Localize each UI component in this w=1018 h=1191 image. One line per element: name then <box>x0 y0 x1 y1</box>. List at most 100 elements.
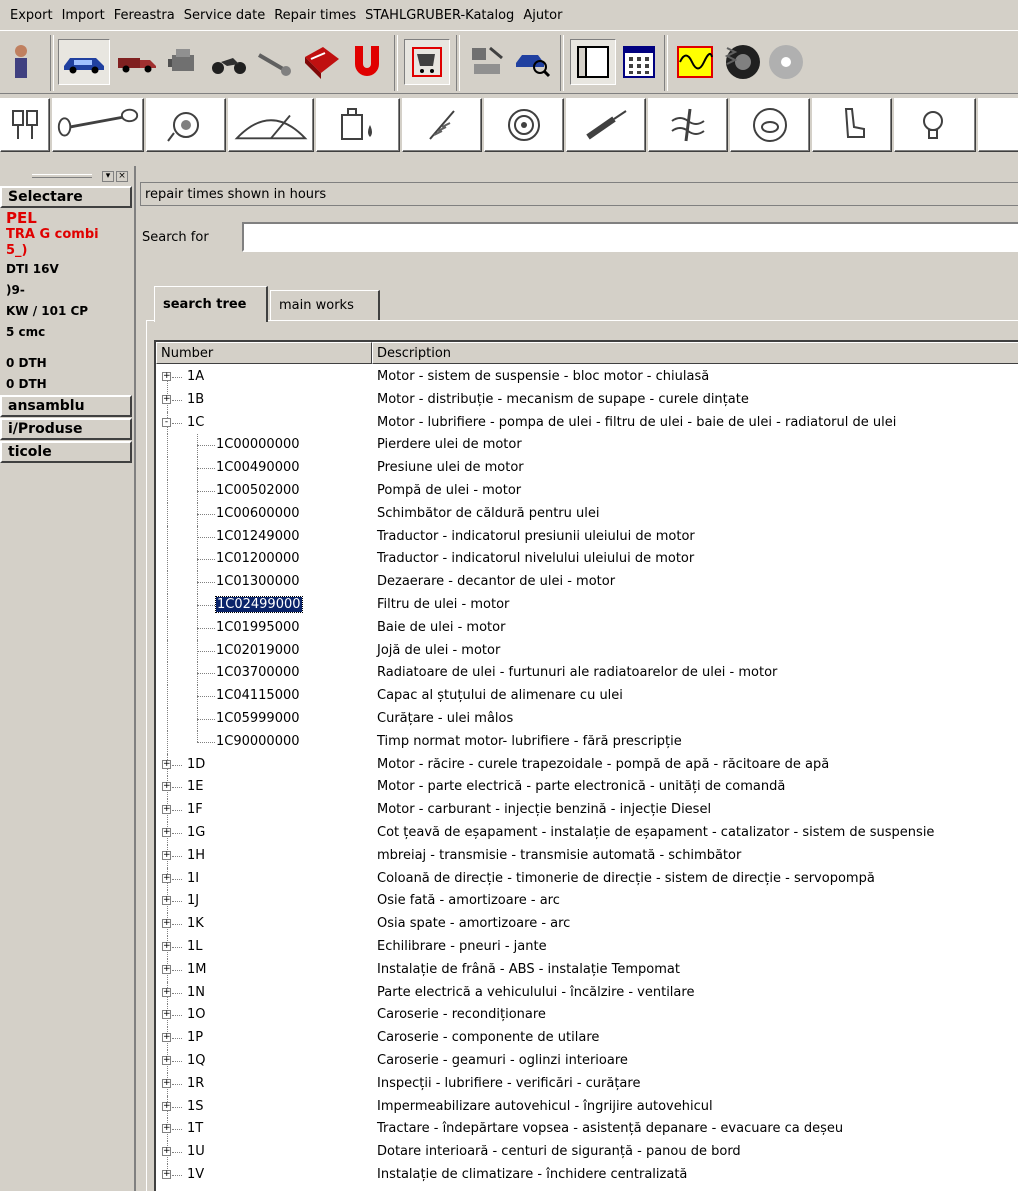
expand-icon[interactable]: + <box>162 805 171 815</box>
tab-main-works[interactable]: main works <box>270 290 380 320</box>
tree-group-row[interactable]: +1R Inspecții - lubrifiere - verificări -… <box>156 1072 1018 1096</box>
expand-icon[interactable]: + <box>162 1033 171 1043</box>
row-number[interactable]: 1C05999000 <box>216 711 300 726</box>
expand-icon[interactable]: + <box>162 896 171 906</box>
row-number[interactable]: 1C00600000 <box>216 506 300 521</box>
motorcycle-icon[interactable] <box>206 39 252 85</box>
expand-icon[interactable]: + <box>162 782 171 792</box>
steering-wheel-icon[interactable] <box>730 98 810 152</box>
car-search-icon[interactable] <box>510 39 556 85</box>
tree-item-row[interactable]: 1C03700000 Radiatoare de ulei - furtunuri… <box>156 662 1018 686</box>
spring-icon[interactable] <box>402 98 482 152</box>
light-bulb-icon[interactable] <box>894 98 976 152</box>
brake-disc-icon[interactable] <box>484 98 564 152</box>
row-number[interactable]: 1D <box>187 757 205 772</box>
row-number[interactable]: 1A <box>187 369 204 384</box>
expand-icon[interactable]: + <box>162 1124 171 1134</box>
tree-item-row[interactable]: 1C00490000 Presiune ulei de motor <box>156 457 1018 480</box>
row-number[interactable]: 1B <box>187 392 204 407</box>
tree-group-row[interactable]: +1V Instalație de climatizare - închidere… <box>156 1163 1018 1187</box>
tree-group-row[interactable]: +1S Impermeabilizare autovehicul - îngrij… <box>156 1095 1018 1119</box>
tree-item-row[interactable]: 1C01995000 Baie de ulei - motor <box>156 616 1018 640</box>
tree-group-row[interactable]: +1N Parte electrică a vehiculului - încăl… <box>156 981 1018 1005</box>
wrench-icon[interactable] <box>252 39 298 85</box>
column-number[interactable]: Number <box>156 342 372 364</box>
expand-icon[interactable]: + <box>162 827 171 837</box>
tab-search-tree[interactable]: search tree <box>154 286 268 322</box>
tree-item-row[interactable]: 1C00000000 Pierdere ulei de motor <box>156 434 1018 458</box>
expand-icon[interactable]: + <box>162 964 171 974</box>
row-number[interactable]: 1C01249000 <box>216 529 300 544</box>
tree-group-row[interactable]: +1H mbreiaj - transmisie - transmisie aut… <box>156 844 1018 868</box>
tree-item-row[interactable]: 1C02499000 Filtru de ulei - motor <box>156 593 1018 617</box>
thermometer-icon[interactable] <box>648 98 728 152</box>
expand-icon[interactable]: + <box>162 941 171 951</box>
tree-item-row[interactable]: 1C00600000 Schimbător de căldură pentru u… <box>156 502 1018 526</box>
tree-group-row[interactable]: +1B Motor - distribuție - mecanism de sup… <box>156 388 1018 412</box>
tree-group-row[interactable]: +1P Caroserie - componente de utilare <box>156 1027 1018 1050</box>
tree-item-row[interactable]: 1C04115000 Capac al ștuțului de alimenare… <box>156 685 1018 708</box>
row-number[interactable]: 1K <box>187 916 204 931</box>
row-number[interactable]: 1C01995000 <box>216 620 300 635</box>
tree-item-row[interactable]: 1C90000000 Timp normat motor- lubrifiere … <box>156 730 1018 754</box>
calculator-icon[interactable] <box>616 39 662 85</box>
tree-group-row[interactable]: +1A Motor - sistem de suspensie - bloc mo… <box>156 366 1018 400</box>
magnet-icon[interactable] <box>344 39 390 85</box>
window-layout-icon[interactable] <box>570 39 616 85</box>
select-button[interactable]: Selectare <box>0 186 132 208</box>
expand-icon[interactable]: + <box>162 919 171 929</box>
expand-icon[interactable]: + <box>162 1169 171 1179</box>
menu-service-date[interactable]: Service date <box>184 8 266 23</box>
expand-icon[interactable]: + <box>162 850 171 860</box>
grip-icon[interactable] <box>32 174 92 178</box>
row-number[interactable]: 1M <box>187 962 207 977</box>
row-number[interactable]: 1G <box>187 825 205 840</box>
row-number[interactable]: 1C03700000 <box>216 665 300 680</box>
row-number[interactable]: 1C00490000 <box>216 460 300 475</box>
row-number[interactable]: 1F <box>187 802 203 817</box>
tree-group-row[interactable]: +1M Instalație de frână - ABS - instalați… <box>156 958 1018 982</box>
menu-export[interactable]: Export <box>10 8 53 23</box>
menu-ajutor[interactable]: Ajutor <box>523 8 562 23</box>
assembly-button[interactable]: ansamblu <box>0 395 132 417</box>
row-number[interactable]: 1O <box>187 1007 206 1022</box>
row-number[interactable]: 1C <box>187 415 204 430</box>
row-number[interactable]: 1P <box>187 1030 203 1045</box>
more-categories-icon[interactable] <box>978 98 1018 152</box>
row-number[interactable]: 1I <box>187 871 199 886</box>
tree-item-row[interactable]: 1C05999000 Curățare - ulei mâlos <box>156 707 1018 731</box>
articles-button[interactable]: ticole <box>0 441 132 463</box>
dropdown-icon[interactable]: ▾ <box>102 170 114 182</box>
expand-icon[interactable]: + <box>162 1101 171 1111</box>
expand-icon[interactable]: + <box>162 394 171 404</box>
tree-group-row[interactable]: +1G Cot țeavă de eșapament - instalație d… <box>156 821 1018 845</box>
piston-icon[interactable] <box>0 98 50 152</box>
row-number[interactable]: 1C02019000 <box>216 643 300 658</box>
tree-group-row[interactable]: +1D Motor - răcire - curele trapezoidale … <box>156 753 1018 777</box>
tree-group-row[interactable]: +1I Coloană de direcție - timonerie de di… <box>156 867 1018 891</box>
person-icon[interactable] <box>0 39 46 85</box>
tree-item-row[interactable]: 1C01300000 Dezaerare - decantor de ulei -… <box>156 571 1018 594</box>
waveform-icon[interactable] <box>672 39 718 85</box>
menu-import[interactable]: Import <box>62 8 105 23</box>
menu-fereastra[interactable]: Fereastra <box>114 8 175 23</box>
row-number[interactable]: 1E <box>187 779 204 794</box>
row-number[interactable]: 1N <box>187 985 205 1000</box>
axle-icon[interactable] <box>52 98 144 152</box>
expand-icon[interactable]: + <box>162 1078 171 1088</box>
tree-group-row[interactable]: +1O Caroserie - recondiționare <box>156 1004 1018 1028</box>
seat-icon[interactable] <box>812 98 892 152</box>
row-number[interactable]: 1V <box>187 1167 204 1182</box>
tree-group-row[interactable]: +1K Osia spate - amortizoare - arc <box>156 913 1018 936</box>
expand-icon[interactable]: + <box>162 987 171 997</box>
row-number[interactable]: 1R <box>187 1076 204 1091</box>
expand-icon[interactable]: + <box>162 1055 171 1065</box>
row-number[interactable]: 1T <box>187 1121 203 1136</box>
exhaust-icon[interactable] <box>566 98 646 152</box>
menu-stahlgruber-katalog[interactable]: STAHLGRUBER-Katalog <box>365 8 514 23</box>
row-number[interactable]: 1H <box>187 848 205 863</box>
row-number[interactable]: 1C90000000 <box>216 734 300 749</box>
close-icon[interactable]: × <box>116 170 128 182</box>
tree-item-row[interactable]: 1C02019000 Jojă de ulei - motor <box>156 639 1018 663</box>
engine-icon[interactable] <box>160 39 206 85</box>
